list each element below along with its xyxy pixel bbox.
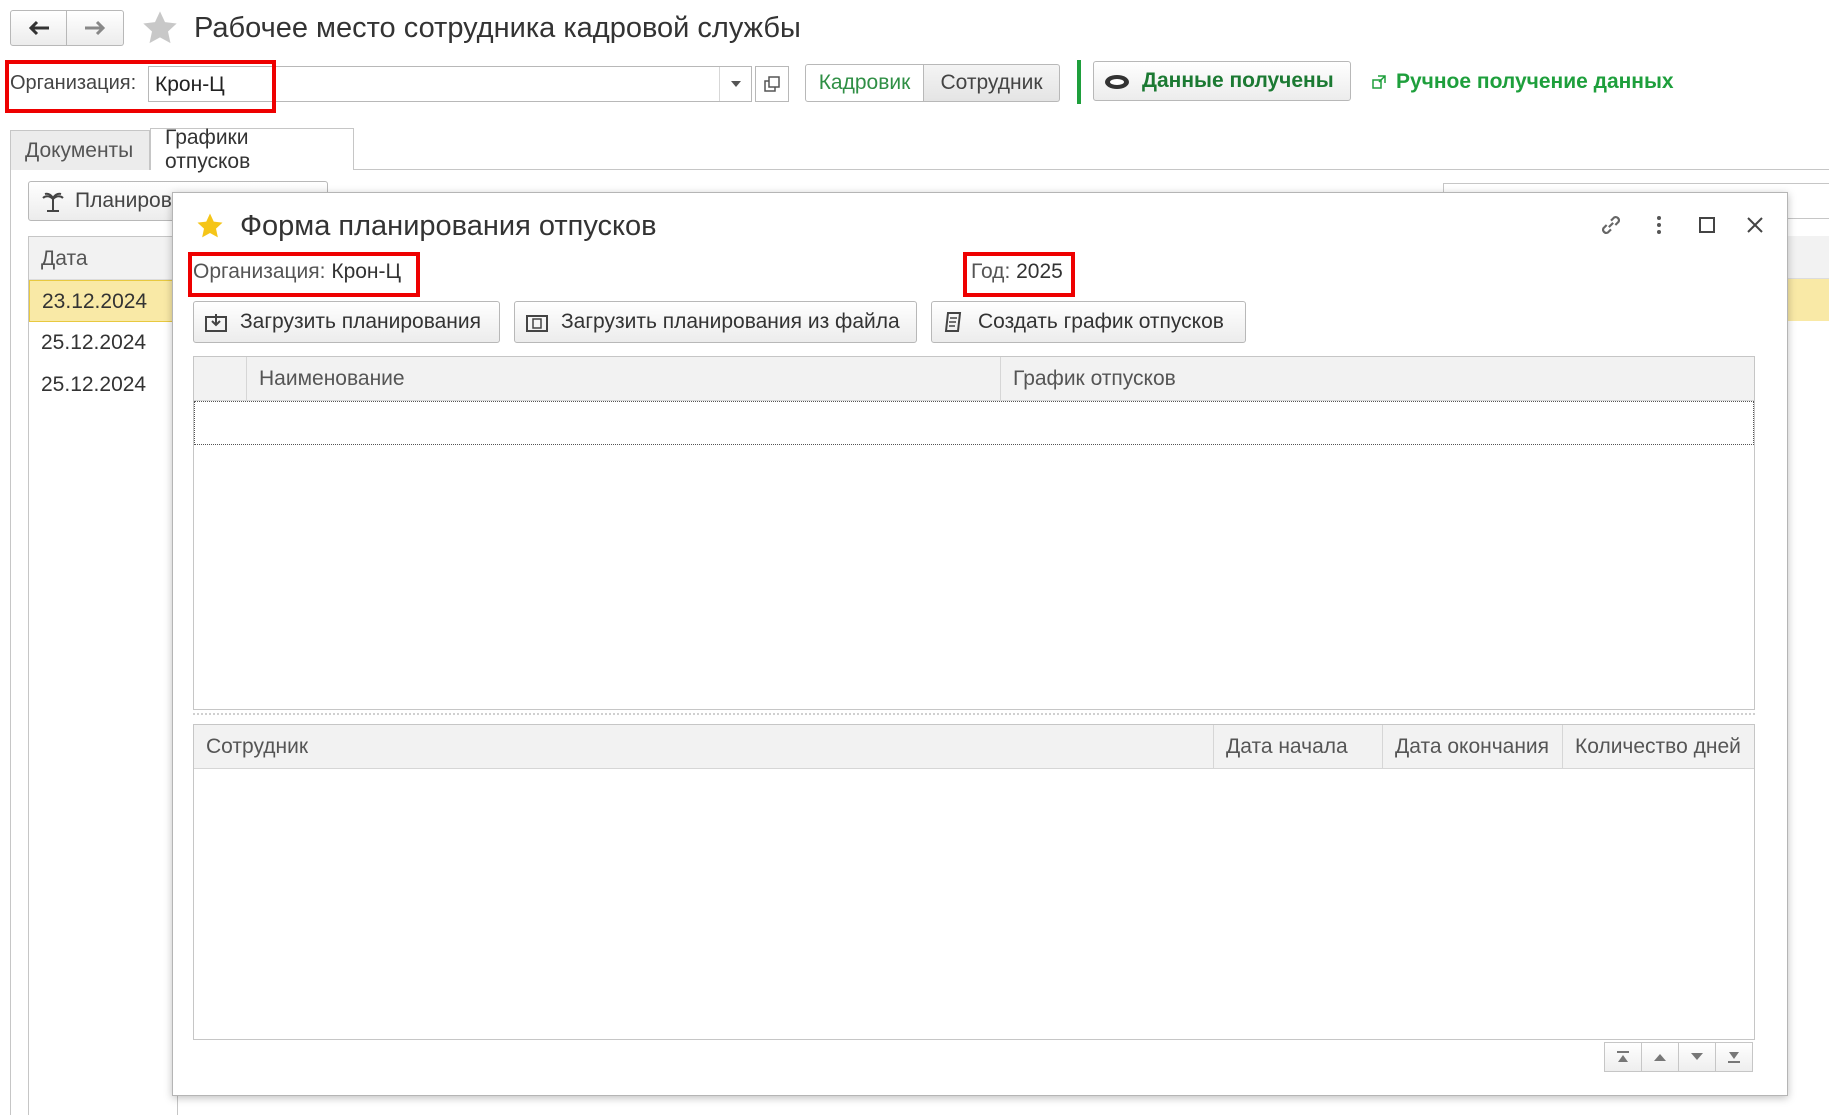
chevron-down-icon[interactable] — [719, 67, 751, 101]
prev-page-button[interactable] — [1641, 1042, 1679, 1072]
back-button[interactable] — [10, 10, 67, 46]
column-end-date[interactable]: Дата окончания — [1383, 725, 1563, 769]
manual-data-link[interactable]: Ручное получение данных — [1372, 70, 1674, 94]
next-page-button[interactable] — [1678, 1042, 1716, 1072]
chevron-first-icon — [1617, 1051, 1629, 1062]
open-window-icon — [764, 76, 780, 92]
dialog-year-field: Год: 2025 — [971, 260, 1063, 284]
grid-pager — [1604, 1042, 1753, 1072]
vacation-planning-dialog: Форма планирования отпусков Организация:… — [172, 192, 1788, 1096]
create-schedule-label: Создать график отпусков — [978, 310, 1224, 333]
cloud-icon — [1105, 75, 1129, 89]
org-value: Крон-Ц — [155, 73, 225, 96]
tab-documents[interactable]: Документы — [10, 130, 150, 170]
dialog-org-label: Организация: — [193, 260, 326, 283]
column-marker — [194, 357, 247, 401]
link-icon[interactable] — [1595, 209, 1627, 241]
manual-data-label: Ручное получение данных — [1396, 70, 1674, 93]
table-edge-selected — [1786, 279, 1829, 321]
create-schedule-button[interactable]: Создать график отпусков — [931, 301, 1246, 343]
grid-header: Наименование График отпусков — [194, 357, 1754, 401]
forward-button[interactable] — [67, 10, 124, 46]
plans-grid: Наименование График отпусков — [193, 356, 1755, 710]
open-org-button[interactable] — [755, 66, 789, 102]
org-label: Организация: — [10, 72, 137, 94]
load-plans-file-label: Загрузить планирования из файла — [561, 310, 900, 333]
column-days-count[interactable]: Количество дней — [1563, 725, 1754, 769]
link-icon — [1372, 75, 1386, 89]
dialog-title: Форма планирования отпусков — [240, 210, 657, 242]
table-row[interactable] — [194, 401, 1754, 445]
file-import-icon — [526, 315, 548, 332]
first-page-button[interactable] — [1604, 1042, 1642, 1072]
data-received-button[interactable]: Данные получены — [1093, 61, 1351, 101]
more-icon[interactable] — [1643, 209, 1675, 241]
column-employee[interactable]: Сотрудник — [194, 725, 1214, 769]
maximize-icon[interactable] — [1691, 209, 1723, 241]
dialog-year-label: Год: — [971, 260, 1011, 283]
grid-header: Сотрудник Дата начала Дата окончания Кол… — [194, 725, 1754, 769]
table-edge-header — [1786, 236, 1829, 279]
column-vacation-schedule[interactable]: График отпусков — [1001, 357, 1754, 401]
chevron-up-icon — [1654, 1054, 1666, 1061]
page-title: Рабочее место сотрудника кадровой службы — [194, 12, 801, 44]
download-icon — [205, 314, 227, 332]
org-select[interactable]: Крон-Ц — [148, 66, 752, 102]
palm-tree-icon — [42, 192, 64, 212]
documents-table: Дата 23.12.2024 25.12.2024 25.12.2024 — [28, 236, 178, 1115]
load-plans-label: Загрузить планирования — [240, 310, 482, 333]
last-page-button[interactable] — [1715, 1042, 1753, 1072]
splitter[interactable] — [193, 713, 1755, 715]
table-row[interactable]: 23.12.2024 — [29, 280, 177, 322]
chevron-last-icon — [1728, 1052, 1740, 1063]
toggle-hr[interactable]: Кадровик — [805, 64, 924, 102]
load-plans-file-button[interactable]: Загрузить планирования из файла — [514, 301, 917, 343]
planning-label: Планирова — [75, 189, 184, 212]
dialog-org-field: Организация: Крон-Ц — [193, 260, 401, 284]
column-name[interactable]: Наименование — [247, 357, 1001, 401]
panel-border — [10, 169, 11, 1115]
tab-vacation-schedules[interactable]: Графики отпусков — [150, 126, 354, 173]
column-date[interactable]: Дата — [29, 237, 177, 280]
table-row[interactable]: 25.12.2024 — [29, 364, 177, 406]
employees-grid: Сотрудник Дата начала Дата окончания Кол… — [193, 724, 1755, 1040]
table-edge — [1785, 236, 1829, 411]
tab-divider — [354, 169, 1829, 170]
column-start-date[interactable]: Дата начала — [1214, 725, 1383, 769]
favorite-star-icon[interactable] — [140, 8, 180, 54]
close-icon[interactable] — [1739, 209, 1771, 241]
chevron-down-icon — [1691, 1053, 1703, 1060]
table-row[interactable]: 25.12.2024 — [29, 322, 177, 364]
dialog-org-value[interactable]: Крон-Ц — [331, 260, 401, 283]
back-arrow-icon — [28, 20, 49, 36]
toggle-employee[interactable]: Сотрудник — [924, 64, 1060, 102]
divider — [1077, 60, 1081, 104]
document-list-icon — [944, 312, 962, 332]
dialog-year-value[interactable]: 2025 — [1016, 260, 1063, 283]
forward-arrow-icon — [85, 20, 106, 36]
load-plans-button[interactable]: Загрузить планирования — [193, 301, 500, 343]
favorite-star-icon[interactable] — [195, 211, 225, 247]
data-received-label: Данные получены — [1142, 69, 1334, 92]
